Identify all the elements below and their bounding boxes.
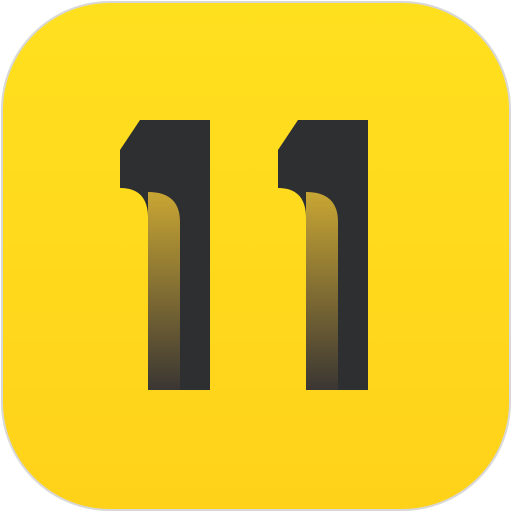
- app-icon-canvas: 11: [0, 0, 512, 512]
- number-eleven-icon[interactable]: [0, 0, 512, 512]
- icon-background: [1, 1, 511, 511]
